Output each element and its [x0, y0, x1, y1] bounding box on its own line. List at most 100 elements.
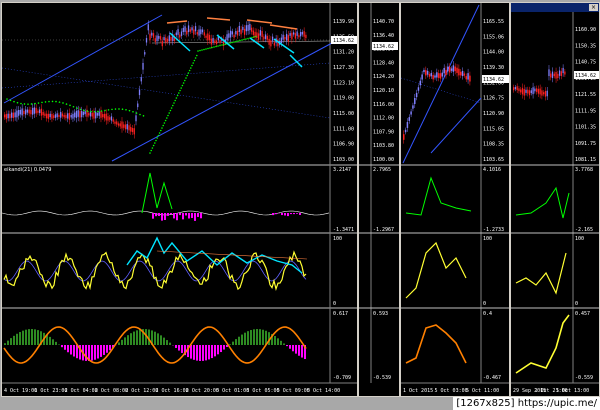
psar-dot [164, 119, 167, 122]
ind3-scale-bottom: -0.709 [333, 375, 351, 381]
candle-body [247, 24, 249, 31]
watermark-label: [1267x825] https://upic.me/ [453, 397, 600, 410]
candle-body [212, 38, 214, 42]
candle-body [194, 26, 197, 32]
psar-dot [65, 103, 68, 105]
histogram-bar [194, 213, 196, 221]
histogram-bar [49, 336, 51, 345]
time-axis: 29 Sep 20151 Oct 21:005 Oct 13:00 [513, 388, 589, 394]
price-tick-label: 1115.05 [483, 126, 504, 132]
histogram-bar [223, 345, 225, 350]
histogram-bar [55, 341, 57, 345]
psar-dot [175, 97, 178, 99]
candle-body [447, 66, 449, 72]
histogram-bar [154, 331, 156, 345]
price-tick-label: 1120.10 [373, 88, 394, 94]
candle-body [441, 72, 444, 77]
psar-dot [30, 103, 33, 105]
psar-dot [152, 144, 155, 147]
psar-dot [191, 64, 193, 67]
psar-dot [107, 109, 110, 111]
candle-body [207, 33, 209, 41]
psar-dot [20, 102, 22, 105]
histogram-bar [287, 213, 289, 217]
second-chart-window[interactable]: 1140.701136.401132.501128.401124.201120.… [358, 2, 400, 397]
candle-body [245, 25, 247, 32]
candle-body [11, 112, 13, 118]
candle-body [238, 25, 240, 32]
candle-body [463, 73, 466, 76]
fourth-chart-window[interactable]: × 1160.901150.351140.751131.151121.55111… [510, 2, 600, 397]
candle-body [454, 66, 456, 72]
ind1-scale-top: 3.2147 [333, 167, 351, 173]
third-chart-window[interactable]: 1165.55 1155.06 1144.00 1139.30 1132.60 1126.… [400, 2, 510, 397]
psar-dot [161, 127, 163, 129]
candle-body [28, 109, 30, 114]
candle-body [14, 112, 16, 118]
histogram-bar [167, 213, 169, 216]
candle-body [228, 33, 230, 38]
price-tick-label: 1108.35 [483, 142, 504, 148]
psar-dot [172, 104, 174, 107]
candle-body [203, 32, 205, 36]
histogram-bar [13, 335, 15, 345]
candle-body [514, 87, 517, 90]
candle-body [151, 32, 153, 36]
histogram-bar [163, 337, 165, 345]
psar-dot [241, 39, 243, 41]
candle-body [131, 128, 134, 133]
price-tick-label: 1103.00 [333, 157, 354, 163]
candle-body [96, 113, 99, 116]
histogram-bar [205, 345, 207, 361]
psar-dot [179, 89, 181, 92]
histogram-bar [121, 339, 123, 345]
candle-body [249, 23, 251, 31]
histogram-bar [91, 345, 93, 361]
ind2-scale-bottom: 0 [333, 301, 336, 307]
candle-body [410, 111, 412, 115]
histogram-bar [160, 335, 162, 345]
psar-dot [166, 117, 168, 119]
histogram-bar [296, 213, 298, 214]
candle-body [287, 35, 290, 42]
candle-body [404, 129, 407, 133]
candle-body [149, 33, 151, 40]
candle-body [280, 37, 283, 44]
candle-body [558, 70, 561, 76]
histogram-bar [275, 213, 277, 215]
price-tick-label: 1103.80 [373, 143, 394, 149]
psar-dot [97, 110, 99, 113]
main-chart-window[interactable]: eikandi(21) 0.0479 1139.901135.501131.20… [1, 2, 358, 397]
candle-body [12, 112, 15, 118]
histogram-bar [181, 345, 183, 353]
current-price-label: 1134.62 [575, 73, 596, 79]
candle-body [107, 116, 109, 121]
histogram-bar [299, 213, 301, 215]
psar-dot [150, 149, 152, 152]
candle-body [21, 108, 23, 116]
histogram-bar [197, 213, 199, 217]
candle-body [98, 111, 100, 116]
psar-dot [182, 82, 185, 84]
histogram-bar [178, 345, 180, 351]
candle-body [91, 112, 93, 117]
candle-body [434, 75, 436, 78]
candle-body [161, 40, 163, 47]
histogram-bar [193, 345, 195, 360]
current-price-label: 1134.62 [333, 38, 354, 44]
psar-dot [44, 101, 47, 103]
candle-body [152, 33, 155, 38]
histogram-bar [199, 345, 201, 361]
candle-body [114, 121, 116, 124]
psar-dot [156, 137, 158, 139]
candle-body [458, 68, 460, 76]
candle-body [233, 34, 235, 38]
histogram-bar [70, 345, 72, 355]
psar-dot [187, 72, 190, 74]
price-tick-label: 1119.00 [333, 96, 354, 102]
candle-body [196, 32, 198, 35]
candle-body [525, 89, 527, 93]
psar-dot [235, 40, 237, 43]
candle-body [81, 110, 83, 118]
candle-body [421, 74, 423, 80]
